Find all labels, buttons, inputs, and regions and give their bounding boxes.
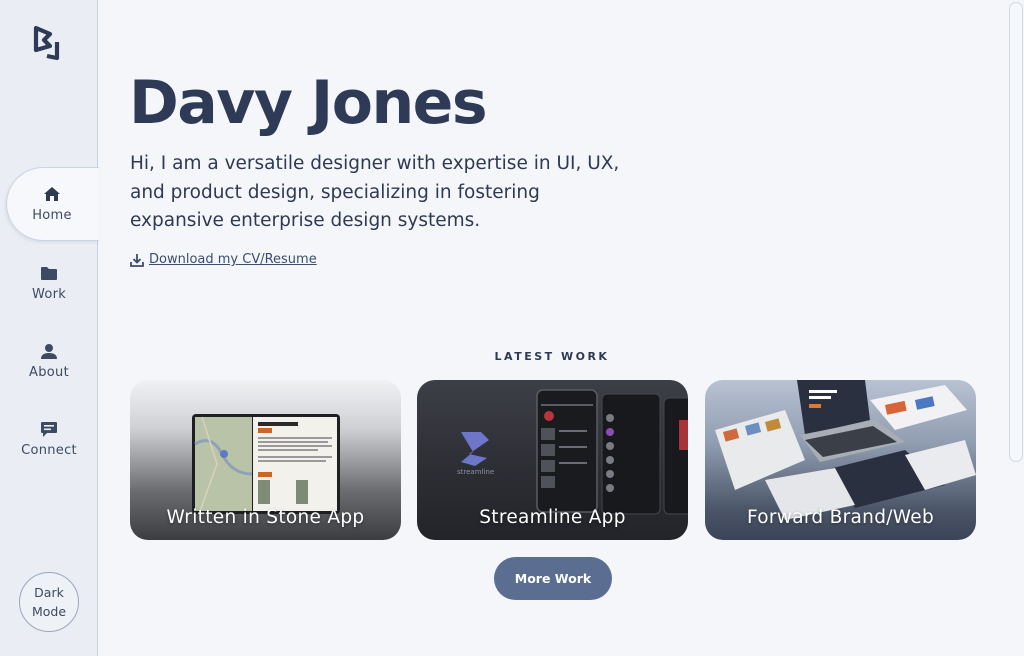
sidebar-item-label: Connect: [21, 443, 77, 458]
scrollbar-thumb[interactable]: [1009, 2, 1023, 462]
chat-icon: [41, 422, 57, 437]
download-cv-link[interactable]: Download my CV/Resume: [130, 252, 317, 267]
dark-mode-toggle[interactable]: Dark Mode: [19, 572, 79, 632]
dark-mode-label-line2: Mode: [31, 604, 67, 619]
streamline-logo-text: streamline: [457, 468, 494, 476]
download-cv-label: Download my CV/Resume: [149, 252, 317, 267]
page-scrollbar[interactable]: [1008, 0, 1024, 656]
dj-logo-icon[interactable]: [33, 26, 67, 64]
work-card-written-in-stone[interactable]: Written in Stone App: [130, 380, 401, 540]
sidebar-item-label: Home: [32, 208, 72, 223]
sidebar-item-work[interactable]: Work: [0, 247, 98, 319]
sidebar-item-home[interactable]: Home: [6, 167, 99, 241]
work-card-streamline[interactable]: streamline Streamline App: [417, 380, 688, 540]
sidebar-item-label: Work: [31, 287, 67, 302]
tablet-mockup-image: [192, 414, 340, 514]
more-work-button[interactable]: More Work: [494, 557, 612, 600]
work-card-forward-brand[interactable]: Forward Brand/Web: [705, 380, 976, 540]
folder-icon: [41, 267, 57, 280]
work-card-title: Streamline App: [479, 507, 626, 528]
download-icon: [130, 253, 144, 267]
work-card-title: Forward Brand/Web: [746, 507, 935, 528]
sidebar-item-connect[interactable]: Connect: [0, 403, 98, 475]
sidebar-item-label: About: [29, 365, 69, 380]
latest-work-heading: LATEST WORK: [494, 350, 610, 363]
hero-description: Hi, I am a versatile designer with exper…: [130, 153, 620, 232]
sidebar-item-about[interactable]: About: [0, 325, 98, 397]
page-title: Davy Jones: [129, 68, 488, 138]
sidebar: Home Work About Connect Dark Mode: [0, 0, 99, 656]
work-card-title: Written in Stone App: [166, 507, 365, 528]
user-icon: [41, 344, 57, 359]
dark-mode-label-line1: Dark: [34, 585, 64, 600]
home-icon: [44, 187, 60, 201]
